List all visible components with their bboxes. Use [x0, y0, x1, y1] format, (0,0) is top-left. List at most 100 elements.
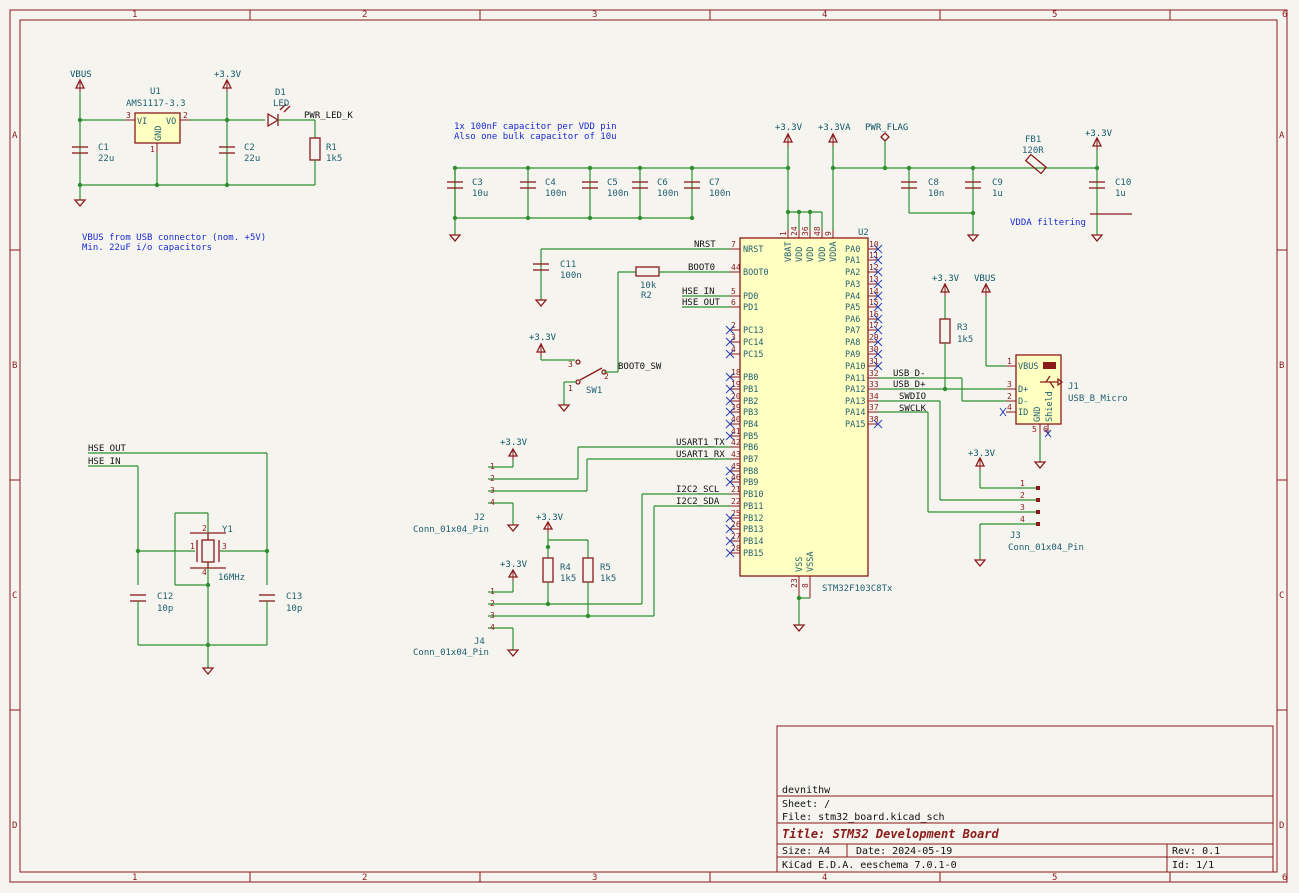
c7-val: 100n — [709, 189, 731, 199]
d1-ref: D1 — [275, 88, 286, 98]
net-i2c2-scl: I2C2_SCL — [676, 485, 719, 495]
power-section: VBUS U1 AMS1117-3.3 VI VO GND 3 2 1 +3.3… — [70, 70, 353, 253]
mcu-pinnum-6: 6 — [731, 298, 736, 307]
j2-pin2: 2 — [490, 474, 495, 483]
c6-val: 100n — [657, 189, 679, 199]
mcu-bot-pin-1: VSSA — [806, 552, 816, 572]
j2-val: Conn_01x04_Pin — [413, 525, 489, 535]
v33-label-mcu: +3.3V — [775, 123, 803, 133]
mcu-pinnum-26: 26 — [731, 520, 741, 529]
mcu-pin-pc14: PC14 — [743, 338, 763, 348]
u1-value: AMS1117-3.3 — [126, 99, 186, 109]
u2-ref: U2 — [858, 228, 869, 238]
c4-ref: C4 — [545, 178, 556, 188]
mcu-pin-pb7: PB7 — [743, 455, 758, 465]
y1-pin2: 2 — [202, 524, 207, 533]
mcu-pinnum-34: 34 — [869, 392, 879, 401]
net-usart1-tx: USART1_TX — [676, 438, 725, 448]
c8-val: 10n — [928, 189, 944, 199]
net-boot0-sw: BOOT0_SW — [618, 362, 662, 372]
v33a-label: +3.3VA — [818, 123, 851, 133]
mcu-pin-boot0: BOOT0 — [743, 268, 769, 278]
v33-label-sw: +3.3V — [529, 333, 557, 343]
usb-section: USB_D- USB_D+ SWDIO SWCLK +3.3V R3 1k5 V… — [878, 274, 1128, 568]
c9-ref: C9 — [992, 178, 1003, 188]
tb-sheet: Sheet: / — [782, 799, 830, 810]
grid-col-top-2: 2 — [362, 10, 367, 20]
r3-val: 1k5 — [957, 335, 973, 345]
vdda-note: VDDA filtering — [1010, 218, 1086, 228]
y1-ref: Y1 — [222, 525, 233, 535]
tb-rev: Rev: 0.1 — [1172, 846, 1220, 857]
mcu-pinnum-27: 27 — [731, 532, 741, 541]
j4-ref: J4 — [474, 637, 485, 647]
c3-val: 10u — [472, 189, 488, 199]
mcu-pinnum-41: 41 — [731, 427, 741, 436]
mcu-top-pin-0: VBAT — [784, 242, 794, 262]
mcu-pinnum-22: 22 — [731, 497, 741, 506]
c13-ref: C13 — [286, 592, 302, 602]
j3-pin2: 2 — [1020, 491, 1025, 500]
sw1-pin1: 1 — [568, 384, 573, 393]
r5-ref: R5 — [600, 563, 611, 573]
r2-val: 10k — [640, 281, 657, 291]
mcu-pinnum-39: 39 — [731, 403, 741, 412]
tb-date: Date: 2024-05-19 — [856, 846, 952, 857]
sw1-pin3: 3 — [568, 360, 573, 369]
v33-label-j3: +3.3V — [968, 449, 996, 459]
mcu-pin-pa10: PA10 — [845, 362, 865, 372]
mcu-pin-pb3: PB3 — [743, 408, 758, 418]
mcu-pin-pb12: PB12 — [743, 514, 763, 524]
mcu-pin-pb2: PB2 — [743, 397, 758, 407]
tb-file: File: stm32_board.kicad_sch — [782, 812, 945, 823]
v33-label-u1: +3.3V — [214, 70, 242, 80]
mcu-pin-pd1: PD1 — [743, 303, 758, 313]
mcu-pin-pb0: PB0 — [743, 373, 758, 383]
decoupling-section: 1x 100nF capacitor per VDD pin Also one … — [447, 122, 1132, 243]
j2-ref: J2 — [474, 513, 485, 523]
j1-pin-dp: D+ — [1018, 385, 1028, 395]
r1-val: 1k5 — [326, 154, 342, 164]
mcu-pin-pa5: PA5 — [845, 303, 860, 313]
tb-id: Id: 1/1 — [1172, 860, 1214, 871]
decoupling-note-1: 1x 100nF capacitor per VDD pin — [454, 122, 617, 132]
d1-val: LED — [273, 99, 289, 109]
mcu-top-num-2: 36 — [801, 226, 810, 236]
mcu-pinnum-7: 7 — [731, 240, 736, 249]
u1-pin2: 2 — [183, 111, 188, 120]
net-boot0: BOOT0 — [688, 263, 715, 273]
mcu-pinnum-33: 33 — [869, 380, 879, 389]
sw1-pin2: 2 — [604, 372, 609, 381]
mcu-pin-pb4: PB4 — [743, 420, 758, 430]
mcu-bot-num-0: 23 — [790, 578, 799, 588]
mcu-pin-pb1: PB1 — [743, 385, 758, 395]
mcu-top-num-4: 9 — [824, 231, 833, 236]
swd-connector-j3[interactable]: 1 2 3 4 J3 Conn_01x04_Pin — [1008, 479, 1084, 553]
i2c-connector-j4[interactable]: +3.3V R4 1k5 R5 1k5 +3.3V 1 2 3 4 J4 Con… — [413, 493, 730, 658]
c11-val: 100n — [560, 271, 582, 281]
vbus-note-1: VBUS from USB connector (nom. +5V) — [82, 233, 266, 243]
mcu-pin-pb5: PB5 — [743, 432, 758, 442]
mcu-u2[interactable]: U2 STM32F103C8Tx NRST 7 BOOT044 PD0 5 PD1 6 PC1… — [725, 226, 893, 598]
net-usb-dm: USB_D- — [893, 369, 926, 379]
j3-val: Conn_01x04_Pin — [1008, 543, 1084, 553]
mcu-pin-pb11: PB11 — [743, 502, 763, 512]
tb-title: Title: STM32 Development Board — [782, 827, 1000, 841]
mcu-top-pin-2: VDD — [806, 247, 816, 262]
grid-col-top-1: 1 — [132, 10, 137, 20]
c2-ref: C2 — [244, 143, 255, 153]
mcu-pin-pa12: PA12 — [845, 385, 865, 395]
j3-pin3: 3 — [1020, 503, 1025, 512]
j4-pin3: 3 — [490, 611, 495, 620]
usb-connector-j1[interactable]: VBUS D+ D- ID GND Shield 1 3 2 4 5 6 J1 … — [1006, 354, 1128, 434]
mcu-pin-pa4: PA4 — [845, 292, 860, 302]
mcu-pinnum-32: 32 — [869, 369, 879, 378]
sw1-switch[interactable] — [575, 359, 607, 385]
mcu-pin-pa11: PA11 — [845, 374, 865, 384]
mcu-pin-pc13: PC13 — [743, 326, 763, 336]
mcu-pinnum-28: 28 — [731, 544, 741, 553]
mcu-pin-pc15: PC15 — [743, 350, 763, 360]
grid-row-right-D: D — [1279, 821, 1284, 831]
grid-col-top-6: 6 — [1282, 10, 1287, 20]
mcu-pin-pa6: PA6 — [845, 315, 860, 325]
